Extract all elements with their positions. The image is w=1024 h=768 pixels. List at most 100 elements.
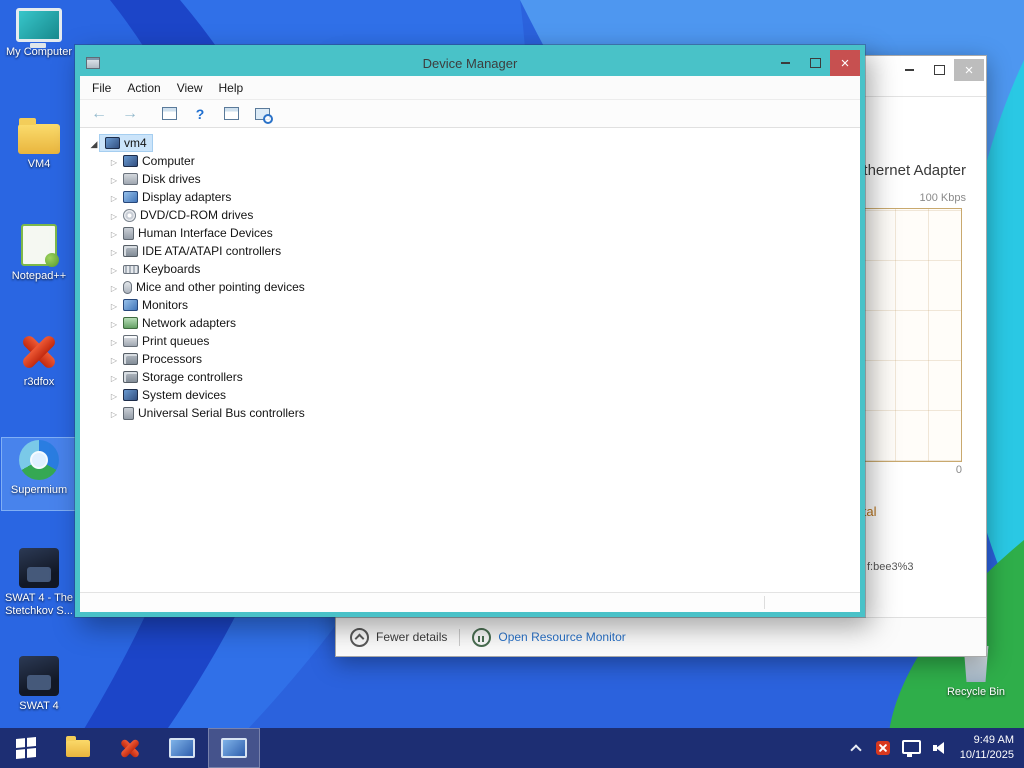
start-button[interactable] [0,728,52,768]
menu-file[interactable]: File [84,78,119,98]
desktop-shortcut-vm4[interactable]: VM4 [2,114,76,186]
menu-help[interactable]: Help [211,78,252,98]
file-explorer-button[interactable] [52,728,104,768]
expand-chevron-icon[interactable] [108,244,120,258]
app-window-icon [169,738,195,758]
tree-item-dvd-cd-rom-drives[interactable]: DVD/CD-ROM drives [80,206,860,224]
tree-item-universal-serial-bus-controllers[interactable]: Universal Serial Bus controllers [80,404,860,422]
system-device-icon [123,389,138,401]
window-title: Device Manager [422,55,518,71]
tree-item-mice-and-other-pointing-devices[interactable]: Mice and other pointing devices [80,278,860,296]
app-window-icon [221,738,247,758]
expand-chevron-icon[interactable] [108,370,120,384]
hidden-icons-chevron[interactable] [849,741,864,755]
notepadpp-icon [21,224,59,267]
expand-chevron-icon[interactable] [108,316,120,330]
taskbar-buttons [0,728,260,768]
tree-item-system-devices[interactable]: System devices [80,386,860,404]
tree-item-computer[interactable]: Computer [80,152,860,170]
ide-controller-icon [123,245,138,257]
supermium-icon [19,440,59,480]
desktop-shortcut-label: Supermium [10,484,68,496]
tree-root-selection: vm4 [100,134,152,151]
footer-divider [459,628,461,646]
menu-action[interactable]: Action [119,78,168,98]
tree-item-disk-drives[interactable]: Disk drives [80,170,860,188]
expand-chevron-icon[interactable] [108,298,120,312]
expand-chevron-icon[interactable] [108,154,120,168]
task-manager-window-controls [894,59,984,81]
tree-root-label: vm4 [124,135,147,150]
chart-max-label: 100 Kbps [919,192,966,204]
desktop-shortcut-swat-4[interactable]: SWAT 4 [2,654,76,726]
console-tree-icon[interactable] [157,103,181,125]
close-button[interactable] [830,50,860,76]
desktop-shortcut-notepad[interactable]: Notepad++ [2,222,76,294]
desktop-shortcut-supermium[interactable]: Supermium [1,437,77,511]
collapse-expander-icon[interactable] [88,136,100,150]
expand-chevron-icon[interactable] [108,226,120,240]
minimize-button[interactable] [770,50,800,76]
forward-icon[interactable] [118,103,142,125]
swat4-icon [19,656,59,696]
dvd-drive-icon [123,208,136,222]
hid-icon [123,226,134,240]
tree-item-network-adapters[interactable]: Network adapters [80,314,860,332]
device-manager-button[interactable] [208,728,260,768]
processor-icon [123,353,138,365]
volume-tray-icon[interactable] [932,741,948,755]
r3dfox-tray-icon[interactable] [875,741,890,755]
expand-chevron-icon[interactable] [108,280,120,294]
tree-item-display-adapters[interactable]: Display adapters [80,188,860,206]
scan-hardware-changes-icon[interactable] [250,103,274,125]
network-tray-icon[interactable] [901,740,921,757]
expand-chevron-icon[interactable] [108,208,120,222]
tree-item-keyboards[interactable]: Keyboards [80,260,860,278]
minimize-button[interactable] [894,59,924,81]
desktop-shortcut-r3dfox[interactable]: r3dfox [2,330,76,402]
desktop-icon-grid: My Computer VM4 Notepad++ r3dfox Supermi… [1,6,77,726]
desktop-shortcut-swat-4-the-stetchkov-s[interactable]: SWAT 4 - The Stetchkov S... [2,546,76,618]
system-tray: 9:49 AM 10/11/2025 [849,728,1024,768]
expand-chevron-icon[interactable] [108,406,120,420]
computer-icon [105,136,120,149]
device-manager-titlebar[interactable]: Device Manager [80,50,860,76]
tree-item-processors[interactable]: Processors [80,350,860,368]
properties-icon[interactable] [219,103,243,125]
tree-root-vm4[interactable]: vm4 [80,133,860,152]
storage-controller-icon [123,371,138,383]
desktop-shortcut-label: VM4 [27,158,51,170]
status-bar [80,592,860,612]
help-icon[interactable] [188,103,212,125]
back-icon[interactable] [87,103,111,125]
expand-chevron-icon[interactable] [108,352,120,366]
r3dfox-button[interactable] [104,728,156,768]
fewer-details-button[interactable]: Fewer details [376,630,447,644]
open-resource-monitor-link[interactable]: Open Resource Monitor [498,630,625,644]
expand-chevron-icon[interactable] [108,190,120,204]
tree-item-human-interface-devices[interactable]: Human Interface Devices [80,224,860,242]
tree-item-ide-ata-atapi-controllers[interactable]: IDE ATA/ATAPI controllers [80,242,860,260]
desktop: My Computer VM4 Notepad++ r3dfox Supermi… [0,0,1024,768]
desktop-shortcut-my-computer[interactable]: My Computer [2,6,76,78]
expand-chevron-icon[interactable] [108,262,120,276]
close-button[interactable] [954,59,984,81]
tree-item-monitors[interactable]: Monitors [80,296,860,314]
fewer-details-icon [350,627,369,647]
device-manager-window: Device Manager FileActionViewHelp vm4 Co… [75,45,865,617]
expand-chevron-icon[interactable] [108,334,120,348]
mouse-icon [123,280,132,294]
r3dfox-icon [19,332,59,372]
tree-item-print-queues[interactable]: Print queues [80,332,860,350]
monitor-icon [123,299,138,311]
r3dfox-icon [119,737,141,759]
maximize-button[interactable] [800,50,830,76]
maximize-button[interactable] [924,59,954,81]
taskbar-clock[interactable]: 9:49 AM 10/11/2025 [960,733,1014,763]
tree-item-storage-controllers[interactable]: Storage controllers [80,368,860,386]
expand-chevron-icon[interactable] [108,172,120,186]
device-manager-menubar: File Action View Help [80,76,860,100]
app-window-button[interactable] [156,728,208,768]
expand-chevron-icon[interactable] [108,388,120,402]
menu-view[interactable]: View [169,78,211,98]
